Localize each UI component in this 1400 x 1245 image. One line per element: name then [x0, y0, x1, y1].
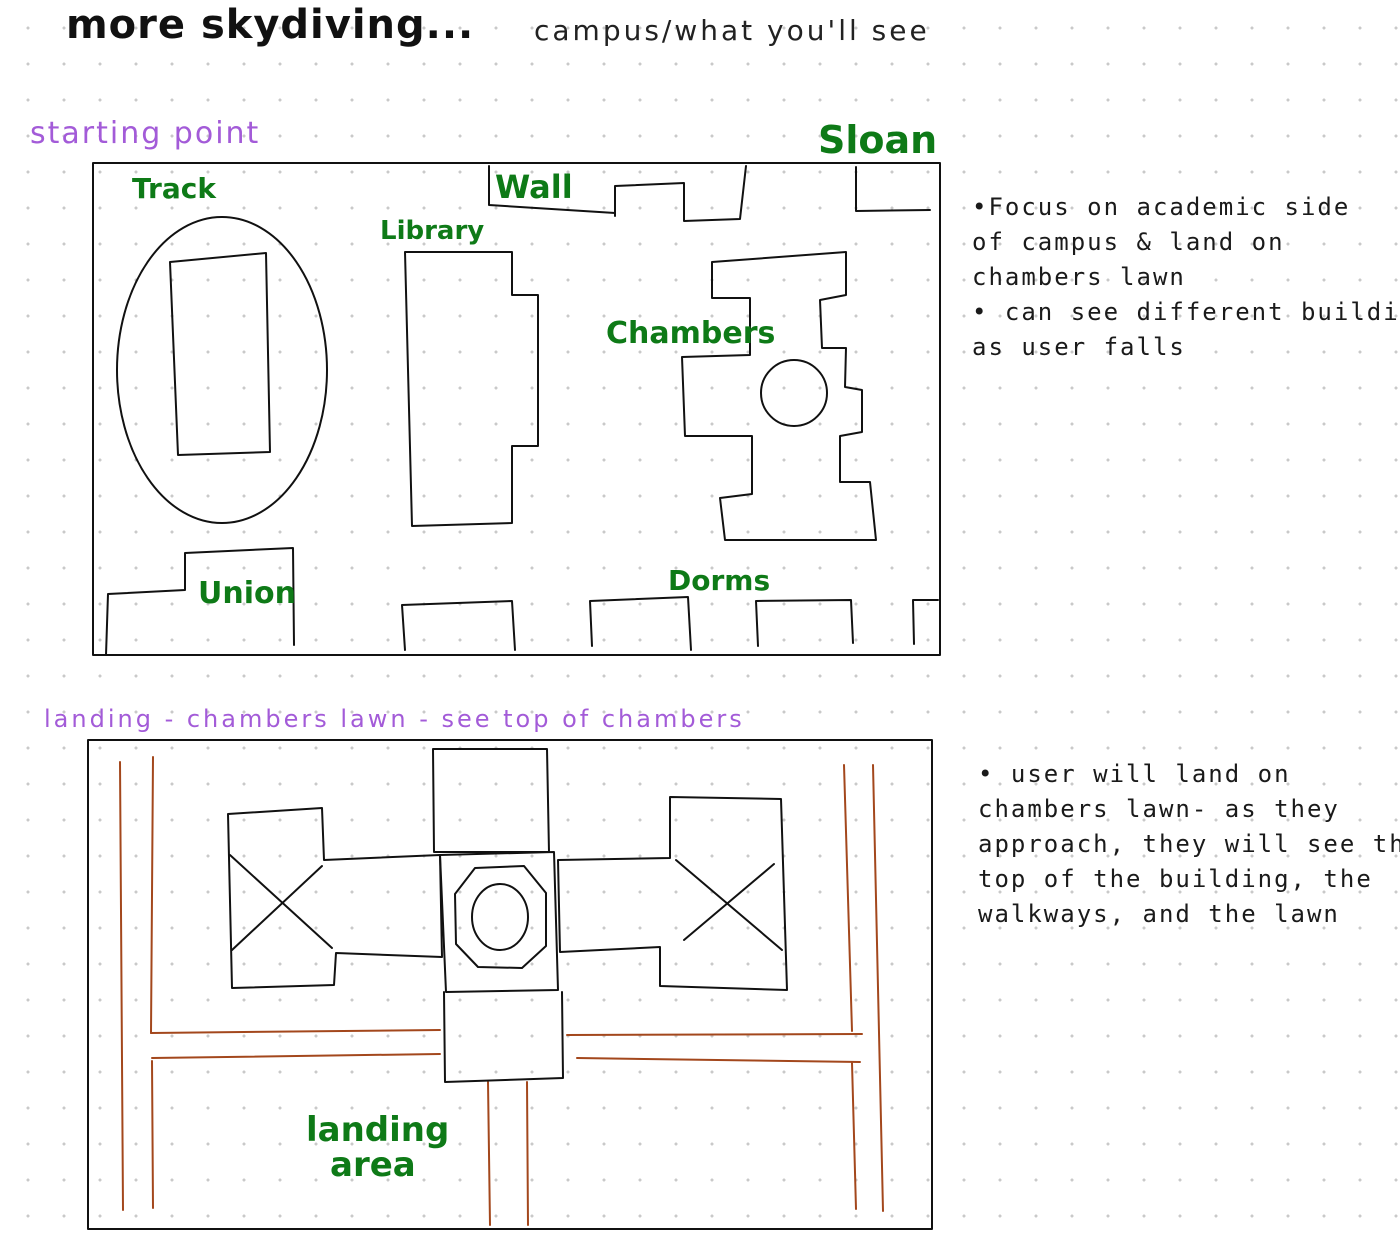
- label-landing-area-line1: landing: [306, 1110, 450, 1150]
- note-line: • can see different buildings: [972, 298, 1400, 326]
- chambers-octagon: [454, 865, 547, 969]
- walkway-center-right: [526, 1081, 529, 1226]
- note-line: top of the building, the: [978, 865, 1373, 893]
- left-wing-cross-a: [229, 854, 333, 949]
- chambers-north-wing: [432, 748, 550, 853]
- dorm-building-2: [589, 596, 692, 651]
- note-line: chambers lawn- as they: [978, 795, 1340, 823]
- left-wing: [227, 807, 443, 989]
- right-wing-cross-a: [675, 859, 783, 951]
- walkway-cross-right-top: [566, 1033, 863, 1036]
- label-sloan: Sloan: [818, 118, 938, 162]
- track-oval: [116, 216, 328, 524]
- top-building: [614, 165, 747, 222]
- library-building: [404, 251, 539, 527]
- note-line: approach, they will see the: [978, 830, 1400, 858]
- label-track: Track: [132, 172, 216, 205]
- walkway-left-outer: [119, 761, 124, 1211]
- right-wing-cross-b: [683, 863, 775, 941]
- chambers-dome: [760, 359, 828, 427]
- walkway-cross-left-bottom: [151, 1053, 441, 1059]
- dorm-building-4: [912, 599, 939, 645]
- left-wing-cross-b: [231, 865, 323, 951]
- chambers-center: [439, 851, 559, 993]
- walkway-left-inner-top: [150, 756, 154, 1034]
- landing-map: [87, 739, 933, 1230]
- note-line: of campus & land on: [972, 228, 1285, 256]
- chambers-dome-top: [471, 883, 529, 951]
- starting-point-notes: •Focus on academic side of campus & land…: [972, 190, 1400, 365]
- label-union: Union: [198, 576, 296, 611]
- track-field: [169, 252, 271, 456]
- chambers-south-wing: [443, 991, 564, 1083]
- right-wing: [557, 796, 788, 991]
- walkway-right-inner-bottom: [851, 1062, 857, 1210]
- label-chambers: Chambers: [606, 316, 776, 351]
- dorm-building-1: [401, 600, 516, 651]
- walkway-center-left: [487, 1081, 491, 1226]
- note-line: chambers lawn: [972, 263, 1186, 291]
- walkway-cross-right-bottom: [576, 1057, 861, 1063]
- label-landing-area-line2: area: [330, 1145, 416, 1185]
- dorm-building-3: [755, 599, 854, 647]
- note-line: •Focus on academic side: [972, 193, 1351, 221]
- walkway-cross-left-top: [150, 1029, 441, 1034]
- walkway-right-outer: [872, 764, 884, 1212]
- note-line: as user falls: [972, 333, 1186, 361]
- walkway-left-inner-bottom: [151, 1060, 154, 1209]
- chambers-building: [681, 251, 877, 541]
- label-library: Library: [380, 216, 485, 246]
- label-dorms: Dorms: [668, 564, 771, 597]
- label-wall: Wall: [495, 168, 573, 206]
- note-line: walkways, and the lawn: [978, 900, 1340, 928]
- landing-frame: [87, 739, 933, 1230]
- walkway-right-inner-top: [843, 764, 853, 1032]
- sloan-building: [855, 166, 931, 212]
- note-line: • user will land on: [978, 760, 1291, 788]
- landing-notes: • user will land on chambers lawn- as th…: [978, 757, 1400, 932]
